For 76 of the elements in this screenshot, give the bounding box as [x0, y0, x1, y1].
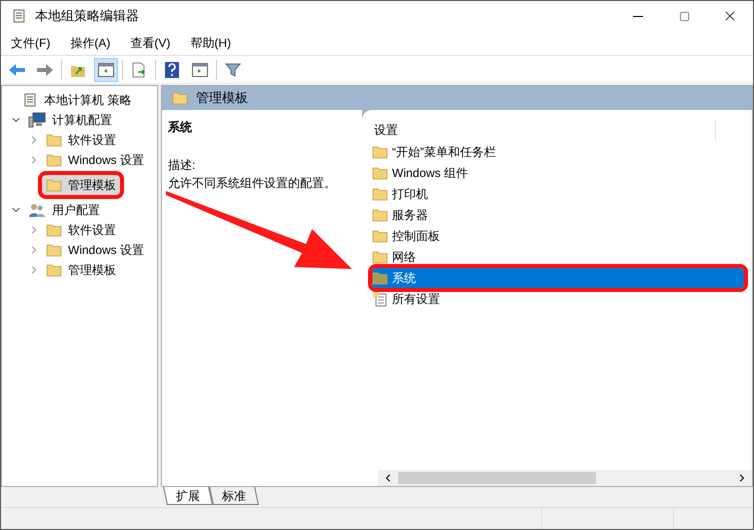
list-item[interactable]: 系统 — [372, 268, 744, 288]
list-item[interactable]: 控制面板 — [372, 226, 742, 246]
window-title: 本地组策略编辑器 — [35, 7, 139, 26]
folder-icon — [46, 153, 62, 167]
list-label: 所有设置 — [392, 291, 440, 308]
pane-icon — [98, 62, 114, 76]
filter-icon — [225, 62, 241, 78]
list-label: 控制面板 — [392, 228, 440, 245]
folder-icon — [172, 91, 188, 105]
scroll-thumb[interactable] — [398, 472, 596, 484]
tree-item[interactable]: 用户配置 — [24, 200, 104, 220]
folder-icon — [372, 187, 388, 201]
settings-list-icon — [372, 291, 388, 307]
scroll-icon — [22, 92, 38, 108]
list-label: “开始”菜单和任务栏 — [392, 144, 496, 161]
menu-item[interactable]: 文件(F) — [11, 34, 50, 52]
tree-label: 计算机配置 — [52, 112, 112, 129]
list-item[interactable]: 网络 — [372, 247, 742, 267]
tree-item[interactable]: 计算机配置 — [24, 110, 116, 130]
list-item[interactable]: 所有设置 — [372, 289, 742, 309]
tree-item[interactable]: Windows 设置 — [42, 150, 148, 170]
tree-label: 软件设置 — [68, 132, 116, 149]
back-arrow-icon — [8, 62, 26, 76]
list-label: 系统 — [392, 270, 416, 287]
folder-icon — [46, 263, 62, 277]
view-tab[interactable]: 标准 — [209, 487, 259, 505]
tree-item[interactable]: 本地计算机 策略 — [18, 90, 136, 110]
menu-item[interactable]: 帮助(H) — [190, 34, 231, 52]
folder-icon — [46, 243, 62, 257]
menu-item[interactable]: 查看(V) — [130, 34, 170, 52]
tree-item[interactable]: Windows 设置 — [42, 240, 148, 260]
folder-icon — [372, 229, 388, 243]
list-item[interactable]: 服务器 — [372, 205, 742, 225]
folder-icon — [372, 271, 388, 285]
tree-label: 管理模板 — [68, 262, 116, 279]
tree-label: Windows 设置 — [68, 152, 144, 169]
panel-title: 管理模板 — [196, 89, 248, 108]
tree-item[interactable]: 软件设置 — [42, 220, 120, 240]
users-icon — [28, 202, 46, 218]
tree-item[interactable]: 管理模板 — [42, 260, 120, 280]
folder-icon — [46, 178, 62, 192]
tree-label: 软件设置 — [68, 222, 116, 239]
tree-label: 本地计算机 策略 — [44, 92, 132, 109]
tree-label: 用户配置 — [52, 202, 100, 219]
tree-item[interactable]: 管理模板 — [42, 175, 120, 195]
forward-arrow-icon — [36, 62, 54, 76]
scroll-icon — [11, 8, 27, 24]
folder-icon — [46, 223, 62, 237]
tree-label: 管理模板 — [68, 177, 116, 194]
horizontal-scrollbar[interactable] — [378, 470, 752, 486]
folder-icon — [372, 208, 388, 222]
list-label: 服务器 — [392, 207, 428, 224]
folder-icon — [46, 133, 62, 147]
list-item[interactable]: Windows 组件 — [372, 163, 742, 183]
folder-icon — [372, 145, 388, 159]
column-header[interactable]: 设置 — [374, 121, 398, 139]
list-label: 打印机 — [392, 186, 428, 203]
export-icon — [131, 62, 147, 78]
detail-title: 系统 — [168, 119, 193, 136]
description-label: 描述: — [168, 157, 196, 174]
list-label: 网络 — [392, 249, 416, 266]
maximize-icon — [678, 10, 690, 22]
folder-icon — [372, 250, 388, 264]
menu-item[interactable]: 操作(A) — [70, 34, 110, 52]
list-item[interactable]: 打印机 — [372, 184, 742, 204]
pane-icon — [192, 62, 208, 76]
description-text: 允许不同系统组件设置的配置。 — [168, 175, 337, 192]
view-tab[interactable]: 扩展 — [163, 487, 213, 505]
help-icon — [165, 62, 179, 78]
tree-item[interactable]: 软件设置 — [42, 130, 120, 150]
show-tree-button[interactable] — [94, 58, 118, 82]
list-label: Windows 组件 — [392, 165, 468, 182]
list-item[interactable]: “开始”菜单和任务栏 — [372, 142, 742, 162]
computer-icon — [28, 112, 46, 128]
tree-label: Windows 设置 — [68, 242, 144, 259]
folder-icon — [372, 166, 388, 180]
